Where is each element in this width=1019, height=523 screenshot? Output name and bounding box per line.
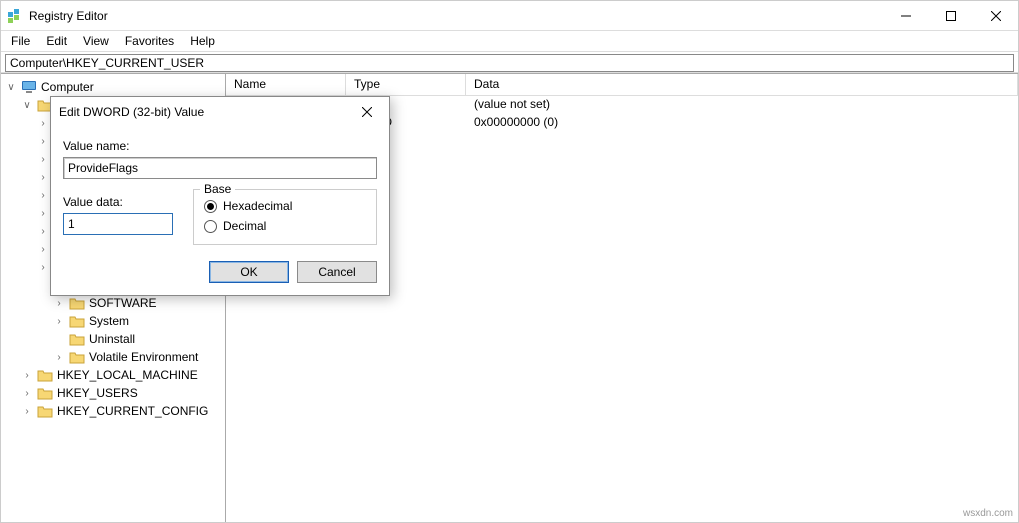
chevron-icon[interactable]: › xyxy=(53,351,65,363)
chevron-icon[interactable]: › xyxy=(37,261,49,273)
list-header: Name Type Data xyxy=(226,74,1018,96)
computer-icon xyxy=(21,80,37,94)
value-name-input[interactable] xyxy=(63,157,377,179)
expander-icon[interactable]: ∨ xyxy=(21,99,33,111)
menu-edit[interactable]: Edit xyxy=(40,32,73,50)
cancel-button[interactable]: Cancel xyxy=(297,261,377,283)
minimize-button[interactable] xyxy=(883,1,928,30)
window-title: Registry Editor xyxy=(29,9,108,23)
tree-item-hkusers[interactable]: › HKEY_USERS xyxy=(1,384,225,402)
radio-hex[interactable]: Hexadecimal xyxy=(204,196,366,216)
folder-icon xyxy=(69,332,85,346)
tree-label: System xyxy=(89,314,129,328)
tree-label: HKEY_CURRENT_CONFIG xyxy=(57,404,208,418)
chevron-icon[interactable]: › xyxy=(53,297,65,309)
address-bar xyxy=(1,51,1018,73)
tree-item-hkconfig[interactable]: › HKEY_CURRENT_CONFIG xyxy=(1,402,225,420)
folder-icon xyxy=(37,386,53,400)
dialog-buttons: OK Cancel xyxy=(63,261,377,283)
window-controls xyxy=(883,1,1018,30)
menu-favorites[interactable]: Favorites xyxy=(119,32,180,50)
folder-icon xyxy=(69,314,85,328)
folder-icon xyxy=(69,350,85,364)
tree-label: Uninstall xyxy=(89,332,135,346)
tree-item-software[interactable]: › SOFTWARE xyxy=(1,294,225,312)
chevron-icon[interactable]: › xyxy=(37,153,49,165)
base-group: Base Hexadecimal Decimal xyxy=(193,189,377,245)
dialog-title: Edit DWORD (32-bit) Value xyxy=(59,105,204,119)
dialog-titlebar[interactable]: Edit DWORD (32-bit) Value xyxy=(51,97,389,127)
titlebar[interactable]: Registry Editor xyxy=(1,1,1018,31)
radio-hex-label: Hexadecimal xyxy=(223,199,292,213)
tree-root-label: Computer xyxy=(41,80,94,94)
chevron-icon[interactable]: › xyxy=(21,387,33,399)
value-data-label: Value data: xyxy=(63,195,173,209)
column-data[interactable]: Data xyxy=(466,74,1018,95)
chevron-icon[interactable]: › xyxy=(37,135,49,147)
radio-icon[interactable] xyxy=(204,200,217,213)
maximize-button[interactable] xyxy=(928,1,973,30)
chevron-icon[interactable]: › xyxy=(21,369,33,381)
chevron-icon[interactable]: › xyxy=(37,189,49,201)
ok-button[interactable]: OK xyxy=(209,261,289,283)
chevron-icon[interactable]: › xyxy=(21,405,33,417)
cell-data: 0x00000000 (0) xyxy=(466,114,1018,132)
menu-file[interactable]: File xyxy=(5,32,36,50)
chevron-icon[interactable]: › xyxy=(37,225,49,237)
value-data-input[interactable] xyxy=(63,213,173,235)
chevron-icon[interactable]: › xyxy=(37,117,49,129)
titlebar-left: Registry Editor xyxy=(1,8,108,24)
tree-root[interactable]: ∨ Computer xyxy=(1,78,225,96)
radio-icon[interactable] xyxy=(204,220,217,233)
folder-icon xyxy=(37,368,53,382)
folder-icon xyxy=(69,296,85,310)
dialog-close-button[interactable] xyxy=(353,100,381,124)
chevron-icon[interactable]: › xyxy=(37,207,49,219)
address-input[interactable] xyxy=(5,54,1014,72)
watermark: wsxdn.com xyxy=(963,508,1013,519)
edit-dword-dialog[interactable]: Edit DWORD (32-bit) Value Value name: Va… xyxy=(50,96,390,296)
dialog-body: Value name: Value data: Base Hexadecimal… xyxy=(51,127,389,295)
tree-item-system[interactable]: › System xyxy=(1,312,225,330)
expander-icon[interactable]: ∨ xyxy=(5,81,17,93)
menu-view[interactable]: View xyxy=(77,32,115,50)
value-name-label: Value name: xyxy=(63,139,377,153)
column-type[interactable]: Type xyxy=(346,74,466,95)
cell-data: (value not set) xyxy=(466,96,1018,114)
tree-item-uninstall[interactable]: › Uninstall xyxy=(1,330,225,348)
column-name[interactable]: Name xyxy=(226,74,346,95)
radio-dec[interactable]: Decimal xyxy=(204,216,366,236)
close-button[interactable] xyxy=(973,1,1018,30)
tree-label: SOFTWARE xyxy=(89,296,157,310)
regedit-icon xyxy=(7,8,23,24)
tree-label: HKEY_LOCAL_MACHINE xyxy=(57,368,198,382)
chevron-icon[interactable]: › xyxy=(37,171,49,183)
radio-dec-label: Decimal xyxy=(223,219,266,233)
tree-item-hklm[interactable]: › HKEY_LOCAL_MACHINE xyxy=(1,366,225,384)
base-legend: Base xyxy=(200,182,235,196)
chevron-icon[interactable]: › xyxy=(53,315,65,327)
menu-help[interactable]: Help xyxy=(184,32,221,50)
tree-label: Volatile Environment xyxy=(89,350,198,364)
chevron-icon[interactable]: › xyxy=(37,243,49,255)
tree-item-volatile[interactable]: › Volatile Environment xyxy=(1,348,225,366)
menubar: File Edit View Favorites Help xyxy=(1,31,1018,51)
tree-label: HKEY_USERS xyxy=(57,386,138,400)
folder-icon xyxy=(37,404,53,418)
